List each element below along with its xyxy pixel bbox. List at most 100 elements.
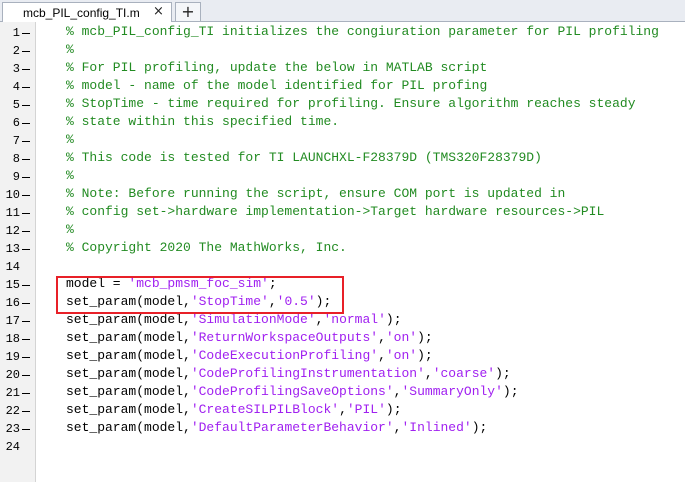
code-line: set_param(model,'CodeExecutionProfiling'… xyxy=(66,347,433,365)
code-token: set_param(model, xyxy=(66,420,191,435)
line-number: 11 xyxy=(5,206,20,220)
code-token: set_param(model, xyxy=(66,384,191,399)
line-number: 8 xyxy=(12,152,20,166)
comment-text: % Note: Before running the script, ensur… xyxy=(66,186,566,201)
line-number: 21 xyxy=(5,386,20,400)
comment-text: % This code is tested for TI LAUNCHXL-F2… xyxy=(66,150,542,165)
comment-text: % xyxy=(66,168,74,183)
string-literal: 'CodeExecutionProfiling' xyxy=(190,348,379,363)
breakpoint-dash[interactable] xyxy=(22,249,30,250)
code-editor[interactable]: 1 2 3 4 5 6 7 8 9 10 11 12 13 14 15 16 17 18 19 20 21 22 23 24 … xyxy=(0,22,685,482)
code-line: % model - name of the model identified f… xyxy=(66,77,487,95)
code-token: ); xyxy=(471,420,488,435)
breakpoint-dash[interactable] xyxy=(22,141,30,142)
comment-text: % model - name of the model identified f… xyxy=(66,78,488,93)
breakpoint-dash[interactable] xyxy=(22,177,30,178)
string-literal: 'CodeProfilingInstrumentation' xyxy=(190,366,425,381)
line-number: 5 xyxy=(12,98,20,112)
string-literal: 'SummaryOnly' xyxy=(401,384,503,399)
code-line: % xyxy=(66,167,74,185)
comment-text: % StopTime - time required for profiling… xyxy=(66,96,636,111)
highlight-box xyxy=(56,276,344,314)
breakpoint-dash[interactable] xyxy=(22,69,30,70)
code-token: , xyxy=(378,348,386,363)
string-literal: 'CreateSILPILBlock' xyxy=(190,402,340,417)
code-line: set_param(model,'ReturnWorkspaceOutputs'… xyxy=(66,329,433,347)
close-icon[interactable]: × xyxy=(153,4,164,19)
string-literal: 'normal' xyxy=(323,312,386,327)
code-token: ); xyxy=(417,330,433,345)
code-line: % xyxy=(66,221,74,239)
breakpoint-dash[interactable] xyxy=(22,285,30,286)
breakpoint-dash[interactable] xyxy=(22,231,30,232)
breakpoint-dash[interactable] xyxy=(22,213,30,214)
code-line: % StopTime - time required for profiling… xyxy=(66,95,636,113)
breakpoint-dash[interactable] xyxy=(22,303,30,304)
string-literal: 'coarse' xyxy=(432,366,496,381)
comment-text: % state within this specified time. xyxy=(66,114,340,129)
line-number: 6 xyxy=(12,116,20,130)
breakpoint-dash[interactable] xyxy=(22,87,30,88)
code-token: set_param(model, xyxy=(66,366,191,381)
breakpoint-dash[interactable] xyxy=(22,393,30,394)
breakpoint-dash[interactable] xyxy=(22,33,30,34)
string-literal: 'Inlined' xyxy=(401,420,472,435)
breakpoint-dash[interactable] xyxy=(22,375,30,376)
line-number: 19 xyxy=(5,350,20,364)
code-line: % Copyright 2020 The MathWorks, Inc. xyxy=(66,239,347,257)
breakpoint-dash[interactable] xyxy=(22,51,30,52)
string-literal: 'on' xyxy=(385,330,418,345)
line-number-gutter: 1 2 3 4 5 6 7 8 9 10 11 12 13 14 15 16 17 18 19 20 21 22 23 24 xyxy=(0,22,36,482)
line-number: 4 xyxy=(12,80,20,94)
comment-text: % mcb_PIL_config_TI initializes the cong… xyxy=(66,24,659,39)
string-literal: 'SimulationMode' xyxy=(190,312,316,327)
code-line: set_param(model,'CodeProfilingSaveOption… xyxy=(66,383,519,401)
line-number: 9 xyxy=(12,170,20,184)
code-line: % state within this specified time. xyxy=(66,113,339,131)
code-token: set_param(model, xyxy=(66,348,191,363)
code-line: % For PIL profiling, update the below in… xyxy=(66,59,487,77)
breakpoint-dash[interactable] xyxy=(22,411,30,412)
code-line: % Note: Before running the script, ensur… xyxy=(66,185,565,203)
breakpoint-dash[interactable] xyxy=(22,159,30,160)
breakpoint-dash[interactable] xyxy=(22,429,30,430)
line-number: 3 xyxy=(12,62,20,76)
comment-text: % Copyright 2020 The MathWorks, Inc. xyxy=(66,240,347,255)
code-token: ); xyxy=(417,348,433,363)
editor-tab-bar: mcb_PIL_config_TI.m × + xyxy=(0,0,685,22)
code-token: , xyxy=(378,330,386,345)
line-number: 14 xyxy=(5,260,20,274)
comment-text: % xyxy=(66,132,74,147)
code-line: % This code is tested for TI LAUNCHXL-F2… xyxy=(66,149,542,167)
code-token: set_param(model, xyxy=(66,312,191,327)
line-number: 12 xyxy=(5,224,20,238)
code-token: set_param(model, xyxy=(66,402,191,417)
code-token: set_param(model, xyxy=(66,330,191,345)
breakpoint-dash[interactable] xyxy=(22,321,30,322)
breakpoint-dash[interactable] xyxy=(22,339,30,340)
breakpoint-dash[interactable] xyxy=(22,105,30,106)
comment-text: % config set->hardware implementation->T… xyxy=(66,204,605,219)
new-tab-button[interactable]: + xyxy=(175,2,201,21)
line-number: 24 xyxy=(5,440,20,454)
code-line: % xyxy=(66,131,74,149)
line-number: 18 xyxy=(5,332,20,346)
breakpoint-dash[interactable] xyxy=(22,195,30,196)
line-number: 20 xyxy=(5,368,20,382)
code-token: ); xyxy=(385,312,402,327)
breakpoint-dash[interactable] xyxy=(22,357,30,358)
tab-mcb-pil-config[interactable]: mcb_PIL_config_TI.m × xyxy=(2,2,172,22)
string-literal: 'PIL' xyxy=(346,402,386,417)
code-line: % config set->hardware implementation->T… xyxy=(66,203,604,221)
line-number: 7 xyxy=(12,134,20,148)
code-token: , xyxy=(424,366,433,381)
breakpoint-dash[interactable] xyxy=(22,123,30,124)
string-literal: 'ReturnWorkspaceOutputs' xyxy=(190,330,379,345)
line-number: 22 xyxy=(5,404,20,418)
code-text-area[interactable]: % mcb_PIL_config_TI initializes the cong… xyxy=(36,22,685,482)
comment-text: % xyxy=(66,42,74,57)
line-number: 2 xyxy=(12,44,20,58)
line-number: 1 xyxy=(12,26,20,40)
string-literal: 'CodeProfilingSaveOptions' xyxy=(190,384,394,399)
code-line: set_param(model,'DefaultParameterBehavio… xyxy=(66,419,487,437)
